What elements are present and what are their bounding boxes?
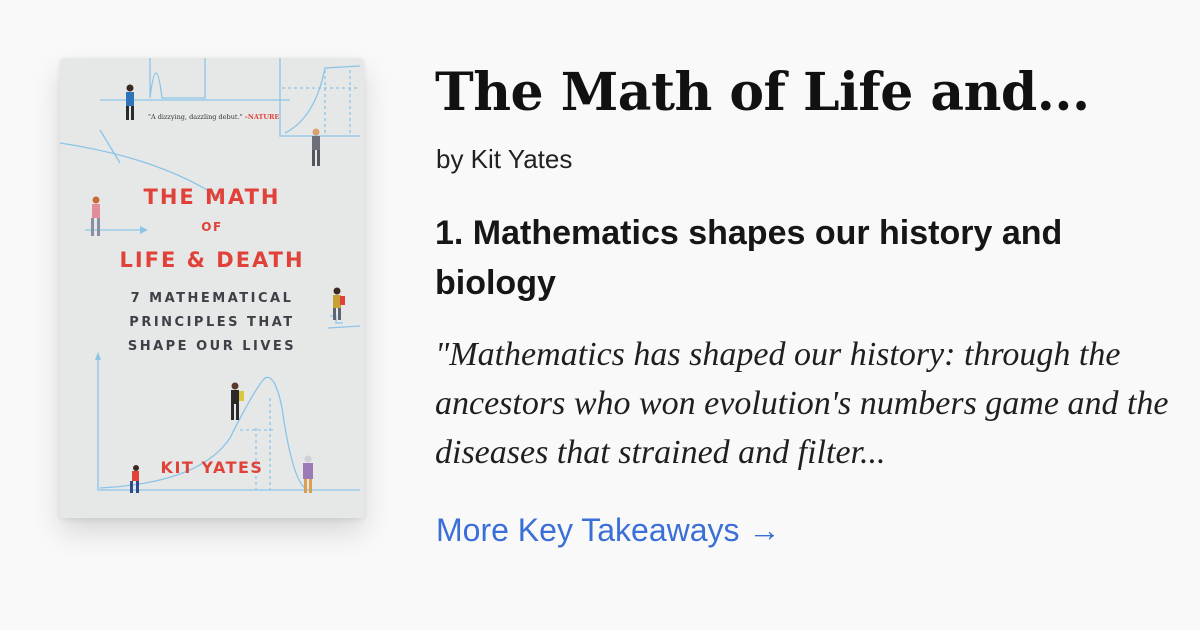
cover-subtitle-line3: SHAPE OUR LIVES (127, 339, 297, 354)
cover-subtitle-line2: PRINCIPLES THAT (129, 315, 295, 330)
cover-title-line3: LIFE & DEATH (119, 248, 305, 272)
cover-blurb-quote: "A dizzying, dazzling debut." (148, 113, 243, 121)
cover-title-line2: OF (201, 220, 223, 234)
cover-title-line1: THE MATH (143, 185, 281, 209)
cover-blurb: "A dizzying, dazzling debut." –NATURE (148, 113, 279, 121)
cover-blurb-source: –NATURE (244, 113, 280, 121)
book-title: The Math of Life and... (435, 62, 1090, 123)
takeaway-heading: 1. Mathematics shapes our history and bi… (435, 214, 1063, 302)
cover-illustration (60, 58, 361, 493)
book-cover: "A dizzying, dazzling debut." –NATURE TH… (60, 58, 364, 518)
takeaway-quote: "Mathematics has shaped our history: thr… (435, 336, 1169, 471)
figure-man-suit (312, 128, 320, 166)
more-key-takeaways-link[interactable]: More Key Takeaways → (436, 512, 780, 549)
cover-subtitle-line1: 7 MATHEMATICAL (130, 291, 294, 306)
cover-author: KIT YATES (160, 458, 264, 477)
figure-man-blue (126, 84, 134, 120)
book-author: by Kit Yates (436, 144, 573, 174)
